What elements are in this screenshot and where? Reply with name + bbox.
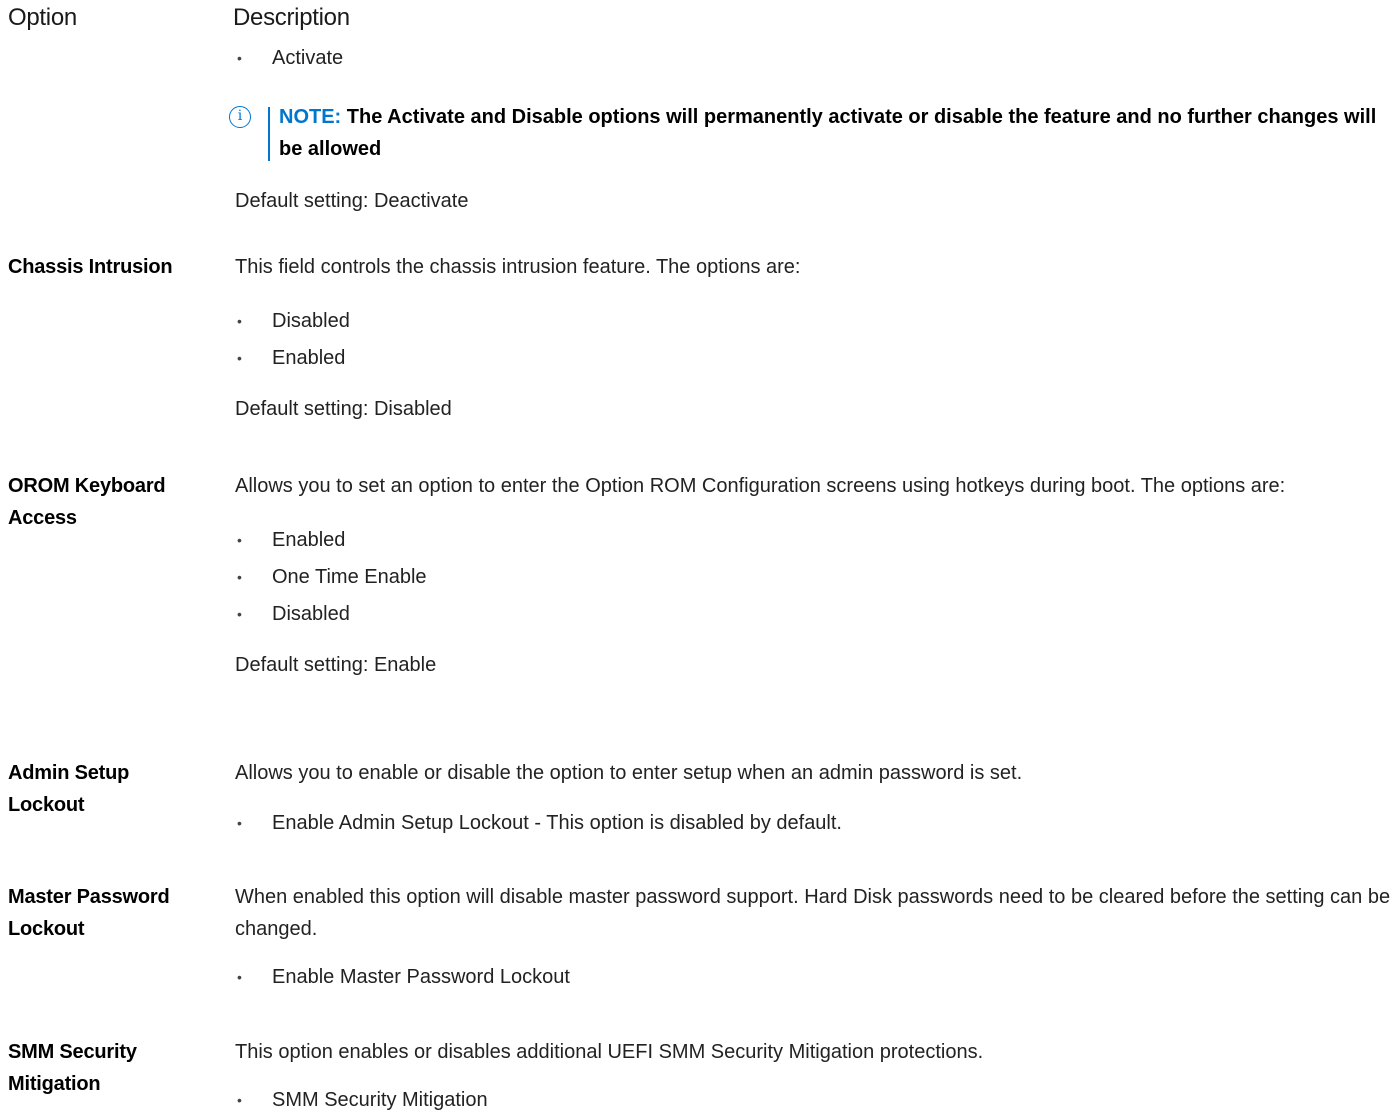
list-item: • Enabled bbox=[235, 522, 1395, 559]
option-description: This field controls the chassis intrusio… bbox=[235, 251, 1395, 425]
list-item: • SMM Security Mitigation bbox=[235, 1082, 1395, 1119]
description-text: Allows you to set an option to enter the… bbox=[235, 475, 1286, 497]
column-header-description: Description bbox=[233, 4, 350, 31]
option-name: Chassis Intrusion bbox=[8, 256, 173, 278]
option-name: Master Password Lockout bbox=[8, 886, 170, 940]
bullet-dot-icon: • bbox=[237, 606, 242, 622]
bullet-dot-icon: • bbox=[237, 569, 242, 585]
option-description: When enabled this option will disable ma… bbox=[235, 881, 1395, 996]
bullet-dot-icon: • bbox=[237, 815, 242, 831]
description-text: When enabled this option will disable ma… bbox=[235, 886, 1391, 940]
description-text: This option enables or disables addition… bbox=[235, 1041, 984, 1063]
intro-bullet-list: • Activate bbox=[235, 40, 1395, 77]
option-name: SMM Security Mitigation bbox=[8, 1041, 137, 1095]
bullet-dot-icon: • bbox=[237, 350, 242, 366]
option-description: Allows you to enable or disable the opti… bbox=[235, 757, 1395, 842]
note-prefix: NOTE: bbox=[279, 106, 342, 128]
list-item: • Disabled bbox=[235, 596, 1395, 633]
bullet-dot-icon: • bbox=[237, 313, 242, 329]
list-item: • Enable Admin Setup Lockout - This optio… bbox=[235, 805, 1395, 842]
document-page: Option Description • Activate i NOTE: The… bbox=[0, 0, 1400, 1117]
bullet-dot-icon: • bbox=[237, 1092, 242, 1108]
column-header-option: Option bbox=[8, 4, 77, 31]
bullet-list: • Enable Admin Setup Lockout - This optio… bbox=[235, 805, 1395, 842]
bullet-dot-icon: • bbox=[237, 50, 242, 66]
note-callout: i NOTE: The Activate and Disable options… bbox=[229, 101, 1395, 165]
bullet-list: • Disabled • Enabled bbox=[235, 303, 1395, 377]
bullet-dot-icon: • bbox=[237, 969, 242, 985]
list-item: • Enabled bbox=[235, 340, 1395, 377]
description-text: This field controls the chassis intrusio… bbox=[235, 256, 801, 278]
note-text: The Activate and Disable options will pe… bbox=[279, 106, 1377, 160]
list-item: • Enable Master Password Lockout bbox=[235, 959, 1395, 996]
default-setting: Default setting: Enable bbox=[235, 654, 437, 676]
option-name: OROM Keyboard Access bbox=[8, 475, 166, 529]
default-setting: Default setting: Deactivate bbox=[235, 190, 469, 212]
bullet-list: • SMM Security Mitigation bbox=[235, 1082, 1395, 1119]
bullet-dot-icon: • bbox=[237, 532, 242, 548]
list-item: • Disabled bbox=[235, 303, 1395, 340]
bullet-list: • Enable Master Password Lockout bbox=[235, 959, 1395, 996]
note-accent-bar bbox=[268, 107, 270, 161]
list-item: • One Time Enable bbox=[235, 559, 1395, 596]
option-description: This option enables or disables addition… bbox=[235, 1036, 1395, 1119]
option-name: Admin Setup Lockout bbox=[8, 762, 130, 816]
description-text: Allows you to enable or disable the opti… bbox=[235, 762, 1023, 784]
intro-description: • Activate i NOTE: The Activate and Disab… bbox=[229, 40, 1395, 217]
default-setting: Default setting: Disabled bbox=[235, 398, 452, 420]
option-description: Allows you to set an option to enter the… bbox=[235, 470, 1395, 681]
list-item: • Activate bbox=[235, 40, 1395, 77]
bullet-list: • Enabled • One Time Enable • Disabled bbox=[235, 522, 1395, 633]
info-circle-icon: i bbox=[229, 106, 251, 128]
